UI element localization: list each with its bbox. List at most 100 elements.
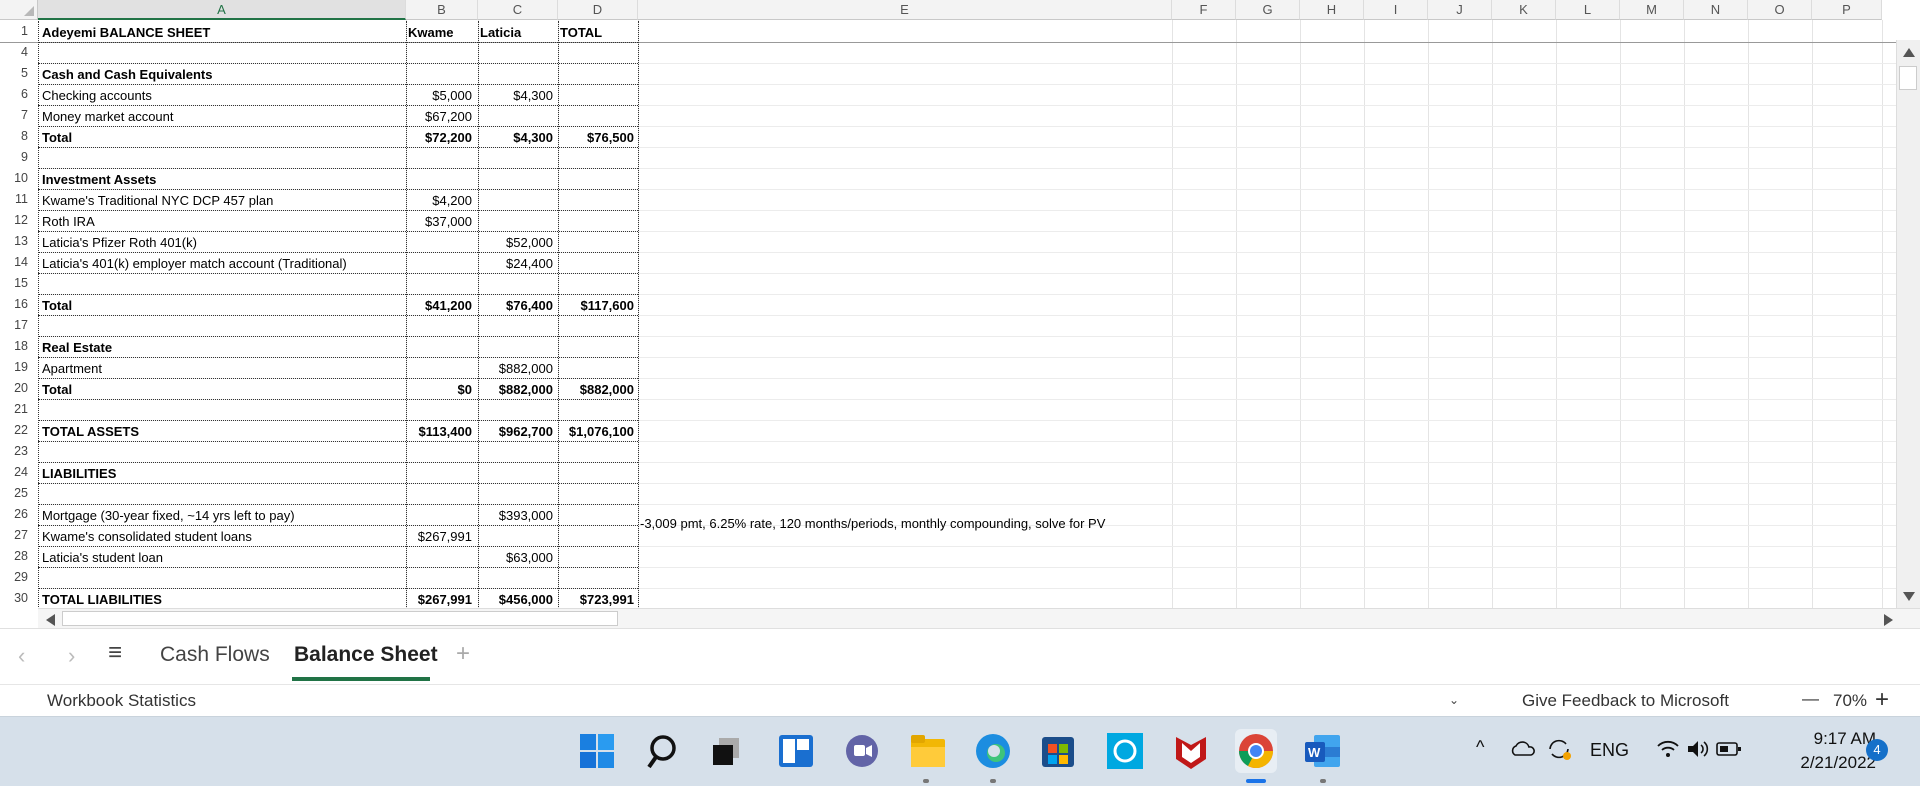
cell-d30[interactable]: $723,991: [558, 592, 634, 607]
select-all-corner[interactable]: [0, 0, 38, 20]
mcafee-icon[interactable]: [1170, 729, 1212, 773]
language-indicator[interactable]: ENG: [1590, 740, 1629, 761]
row-header[interactable]: 18: [0, 339, 28, 353]
file-explorer-icon[interactable]: [907, 729, 949, 773]
cell-a11[interactable]: Kwame's Traditional NYC DCP 457 plan: [42, 193, 400, 208]
column-header-l[interactable]: L: [1556, 0, 1620, 20]
cell-d8[interactable]: $76,500: [558, 130, 634, 145]
alexa-icon[interactable]: [1104, 729, 1146, 773]
horizontal-scroll-thumb[interactable]: [62, 611, 618, 626]
zoom-level[interactable]: 70%: [1833, 691, 1867, 711]
cell-a16[interactable]: Total: [42, 298, 400, 313]
row-header[interactable]: 12: [0, 213, 28, 227]
cell-a28[interactable]: Laticia's student loan: [42, 550, 400, 565]
cell-a5[interactable]: Cash and Cash Equivalents: [42, 67, 400, 82]
column-header-i[interactable]: I: [1364, 0, 1428, 20]
onedrive-icon[interactable]: [1510, 739, 1536, 764]
cell-b27[interactable]: $267,991: [406, 529, 472, 544]
cell-a19[interactable]: Apartment: [42, 361, 400, 376]
scroll-left-icon[interactable]: [46, 614, 55, 626]
cell-e27-note[interactable]: -3,009 pmt, 6.25% rate, 120 months/perio…: [640, 516, 1105, 531]
row-header[interactable]: 7: [0, 108, 28, 122]
chrome-icon[interactable]: [1235, 729, 1277, 773]
column-header-c[interactable]: C: [478, 0, 558, 20]
row-header[interactable]: 15: [0, 276, 28, 290]
cell-c20[interactable]: $882,000: [478, 382, 553, 397]
cell-d1[interactable]: TOTAL: [560, 25, 636, 40]
horizontal-scrollbar[interactable]: [38, 608, 1920, 628]
workbook-statistics[interactable]: Workbook Statistics: [47, 691, 196, 711]
sync-icon[interactable]: [1546, 736, 1572, 767]
row-header[interactable]: 27: [0, 528, 28, 542]
row-header[interactable]: 13: [0, 234, 28, 248]
row-header[interactable]: 8: [0, 129, 28, 143]
cell-b8[interactable]: $72,200: [406, 130, 472, 145]
spreadsheet-grid[interactable]: ABCDEFGHIJKLMNOP 1 Adeyemi BALANCE SHEET K…: [0, 0, 1920, 608]
wifi-icon[interactable]: [1656, 737, 1680, 764]
row-header[interactable]: 20: [0, 381, 28, 395]
task-view-icon[interactable]: [706, 729, 748, 773]
row-header[interactable]: 25: [0, 486, 28, 500]
scroll-up-icon[interactable]: [1903, 48, 1915, 57]
cell-c26[interactable]: $393,000: [478, 508, 553, 523]
vertical-scrollbar[interactable]: [1896, 40, 1920, 608]
cell-b22[interactable]: $113,400: [406, 424, 472, 439]
volume-icon[interactable]: [1686, 738, 1710, 765]
row-header[interactable]: 4: [0, 45, 28, 59]
cell-c6[interactable]: $4,300: [478, 88, 553, 103]
row-header[interactable]: 30: [0, 591, 28, 605]
cell-a26[interactable]: Mortgage (30-year fixed, ~14 yrs left to…: [42, 508, 400, 523]
cell-c30[interactable]: $456,000: [478, 592, 553, 607]
row-header[interactable]: 10: [0, 171, 28, 185]
row-header[interactable]: 9: [0, 150, 28, 164]
cell-c1[interactable]: Laticia: [480, 25, 555, 40]
column-header-k[interactable]: K: [1492, 0, 1556, 20]
column-header-g[interactable]: G: [1236, 0, 1300, 20]
teams-chat-icon[interactable]: [841, 729, 883, 773]
row-header[interactable]: 24: [0, 465, 28, 479]
column-header-e[interactable]: E: [638, 0, 1172, 20]
cell-a18[interactable]: Real Estate: [42, 340, 400, 355]
row-header[interactable]: 16: [0, 297, 28, 311]
column-header-f[interactable]: F: [1172, 0, 1236, 20]
cell-a27[interactable]: Kwame's consolidated student loans: [42, 529, 400, 544]
microsoft-store-icon[interactable]: [1037, 729, 1079, 773]
cell-b20[interactable]: $0: [406, 382, 472, 397]
column-header-p[interactable]: P: [1812, 0, 1882, 20]
cell-b6[interactable]: $5,000: [406, 88, 472, 103]
row-header[interactable]: 22: [0, 423, 28, 437]
scroll-down-icon[interactable]: [1903, 592, 1915, 601]
column-header-a[interactable]: A: [38, 0, 406, 20]
row-header[interactable]: 26: [0, 507, 28, 521]
cell-c19[interactable]: $882,000: [478, 361, 553, 376]
row-header[interactable]: 19: [0, 360, 28, 374]
word-icon[interactable]: W: [1302, 729, 1344, 773]
cell-d20[interactable]: $882,000: [558, 382, 634, 397]
column-header-j[interactable]: J: [1428, 0, 1492, 20]
cell-c16[interactable]: $76,400: [478, 298, 553, 313]
next-sheet-icon[interactable]: ›: [68, 643, 75, 669]
row-header[interactable]: 17: [0, 318, 28, 332]
cell-d22[interactable]: $1,076,100: [558, 424, 634, 439]
row-header[interactable]: 11: [0, 192, 28, 206]
zoom-in-button[interactable]: +: [1875, 686, 1889, 714]
search-icon[interactable]: [642, 729, 684, 773]
column-header-n[interactable]: N: [1684, 0, 1748, 20]
cell-b7[interactable]: $67,200: [406, 109, 472, 124]
cell-c22[interactable]: $962,700: [478, 424, 553, 439]
cell-d16[interactable]: $117,600: [558, 298, 634, 313]
cell-a12[interactable]: Roth IRA: [42, 214, 400, 229]
cell-b30[interactable]: $267,991: [406, 592, 472, 607]
clock-time[interactable]: 9:17 AM: [1790, 729, 1876, 749]
add-sheet-button[interactable]: +: [456, 640, 470, 668]
column-header-h[interactable]: H: [1300, 0, 1364, 20]
row-header[interactable]: 5: [0, 66, 28, 80]
row-header[interactable]: 14: [0, 255, 28, 269]
vertical-scroll-thumb[interactable]: [1899, 66, 1917, 90]
sheet-menu-icon[interactable]: ≡: [108, 639, 122, 667]
cell-c14[interactable]: $24,400: [478, 256, 553, 271]
edge-browser-icon[interactable]: [972, 729, 1014, 773]
clock-date[interactable]: 2/21/2022: [1774, 753, 1876, 773]
column-header-m[interactable]: M: [1620, 0, 1684, 20]
column-header-d[interactable]: D: [558, 0, 638, 20]
